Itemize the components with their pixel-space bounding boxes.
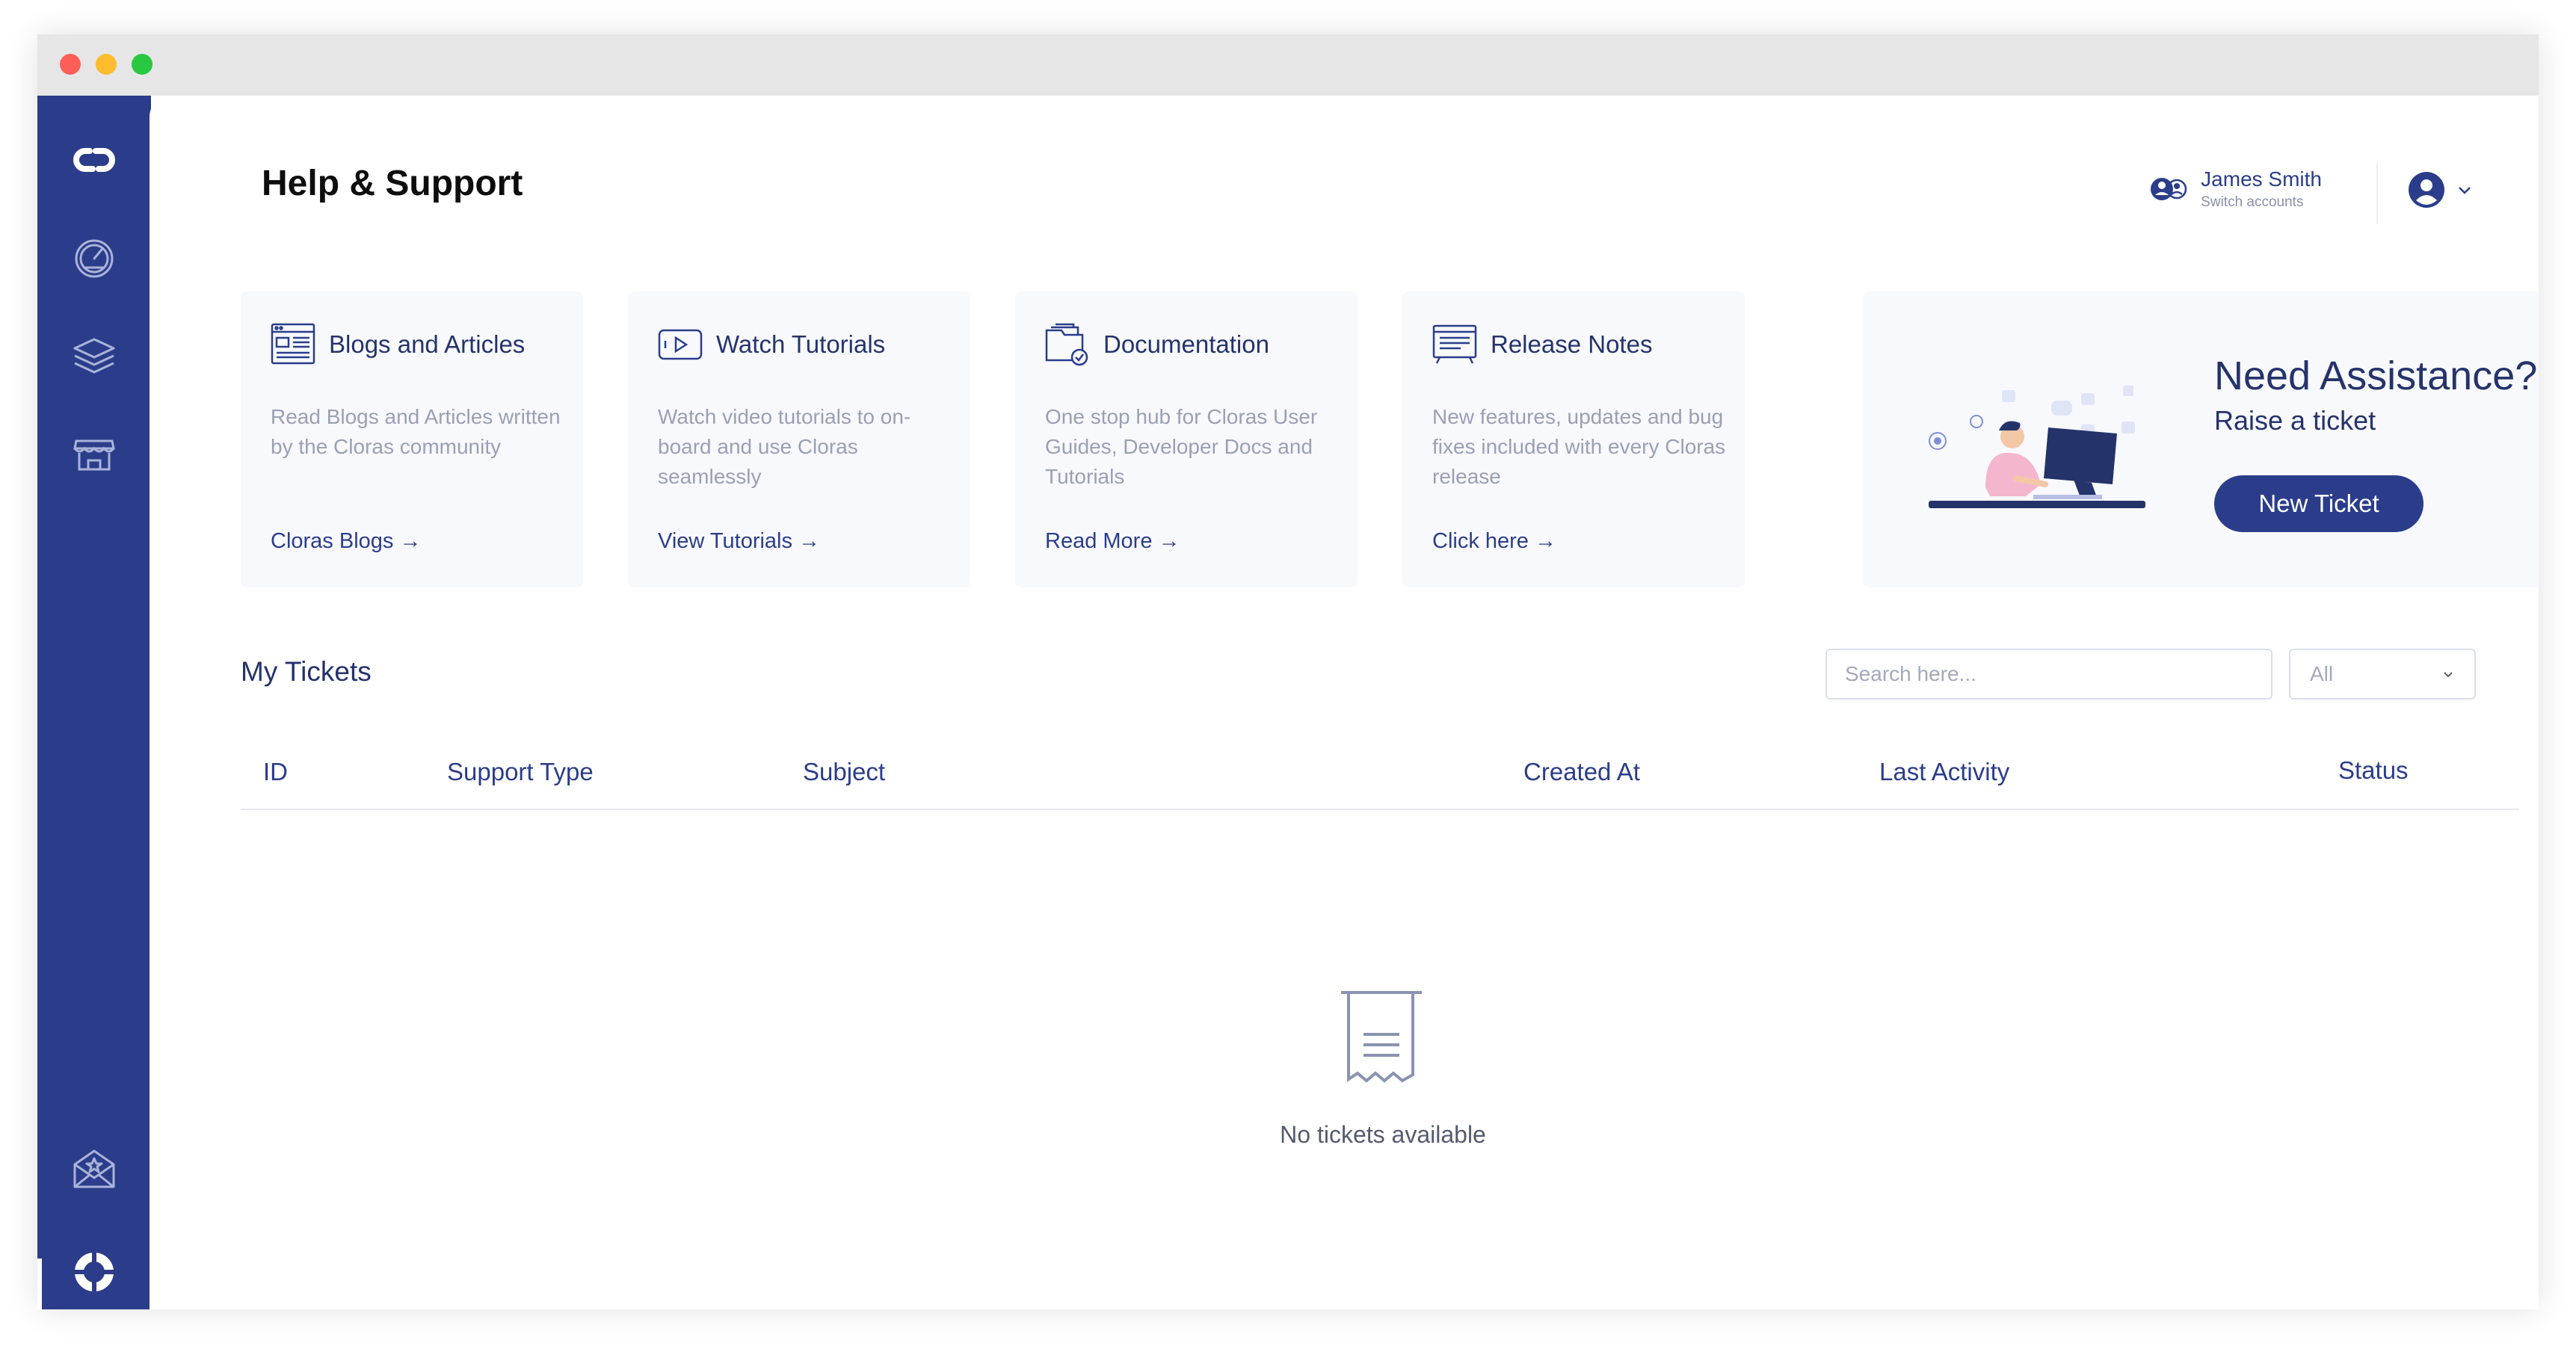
cloras-logo-icon[interactable]	[67, 133, 121, 187]
search-input[interactable]	[1825, 649, 2273, 700]
column-last-activity[interactable]: Last Activity	[1879, 758, 2009, 786]
card-description: One stop hub for Cloras User Guides, Dev…	[1045, 405, 1318, 488]
mail-star-icon[interactable]	[67, 1142, 121, 1196]
active-item-marker	[37, 1259, 42, 1309]
maximize-window-button[interactable]	[132, 54, 152, 75]
column-status[interactable]: Status	[2338, 756, 2409, 785]
column-support-type[interactable]: Support Type	[447, 758, 594, 786]
lifebuoy-icon[interactable]	[67, 1245, 121, 1299]
chevron-down-icon	[2459, 187, 2471, 194]
status-filter-value: All	[2310, 662, 2334, 685]
new-ticket-button[interactable]: New Ticket	[2214, 475, 2424, 532]
column-subject[interactable]: Subject	[803, 758, 885, 786]
main-content: Help & Support James Smith Switch accoun…	[150, 96, 2539, 1309]
chevron-down-icon	[2444, 672, 2453, 678]
my-tickets-title: My Tickets	[241, 656, 372, 687]
user-avatar-icon	[2409, 172, 2444, 208]
card-description: Read Blogs and Articles written by the C…	[271, 405, 561, 458]
support-agent-illustration	[1929, 386, 2145, 508]
dashboard-gauge-icon[interactable]	[67, 230, 121, 284]
assistance-subtitle: Raise a ticket	[2214, 405, 2376, 436]
switch-accounts-icon	[2151, 178, 2187, 200]
empty-receipt-icon	[1341, 991, 1422, 1083]
minimize-window-button[interactable]	[96, 54, 117, 75]
documentation-icon	[1045, 323, 1088, 366]
card-tutorials: Watch Tutorials Watch video tutorials to…	[628, 291, 970, 587]
user-menu-button[interactable]	[2407, 170, 2473, 209]
click-here-link[interactable]: Click here →	[1432, 529, 1556, 554]
account-switcher[interactable]: James Smith Switch accounts	[2147, 167, 2322, 211]
layers-icon[interactable]	[67, 329, 121, 383]
card-title: Release Notes	[1491, 330, 1653, 358]
card-title: Watch Tutorials	[716, 330, 886, 358]
card-title: Blogs and Articles	[329, 330, 526, 358]
card-documentation: Documentation One stop hub for Cloras Us…	[1015, 291, 1358, 587]
view-tutorials-link[interactable]: View Tutorials →	[658, 529, 820, 554]
read-more-link[interactable]: Read More →	[1045, 529, 1180, 554]
close-window-button[interactable]	[60, 54, 81, 75]
column-id[interactable]: ID	[263, 758, 288, 786]
column-created-at[interactable]: Created At	[1523, 758, 1640, 786]
assistance-title: Need Assistance?	[2214, 354, 2538, 398]
card-description: New features, updates and bug fixes incl…	[1432, 405, 1726, 488]
card-release-notes: Release Notes New features, updates and …	[1402, 291, 1745, 587]
tickets-table-header: ID Support Type Subject Created At Last …	[241, 752, 2519, 810]
card-blogs: Blogs and Articles Read Blogs and Articl…	[241, 291, 583, 587]
empty-state-text: No tickets available	[1280, 1121, 1486, 1148]
title-bar	[37, 34, 2539, 96]
release-notes-icon	[1432, 324, 1477, 364]
account-name: James Smith	[2201, 167, 2322, 191]
header-divider	[2376, 163, 2378, 224]
assistance-card: Need Assistance? Raise a ticket New Tick…	[1863, 291, 2539, 587]
blog-icon	[271, 323, 315, 365]
status-filter-select[interactable]: All	[2289, 649, 2476, 700]
app-window: Help & Support James Smith Switch accoun…	[37, 34, 2539, 1309]
page-title: Help & Support	[262, 164, 523, 203]
video-icon	[658, 329, 703, 360]
sidebar	[37, 96, 151, 1309]
card-description: Watch video tutorials to on-board and us…	[658, 405, 911, 488]
store-icon[interactable]	[67, 427, 121, 481]
card-title: Documentation	[1103, 330, 1269, 358]
cloras-blogs-link[interactable]: Cloras Blogs →	[271, 529, 421, 554]
switch-accounts-label: Switch accounts	[2201, 194, 2304, 210]
